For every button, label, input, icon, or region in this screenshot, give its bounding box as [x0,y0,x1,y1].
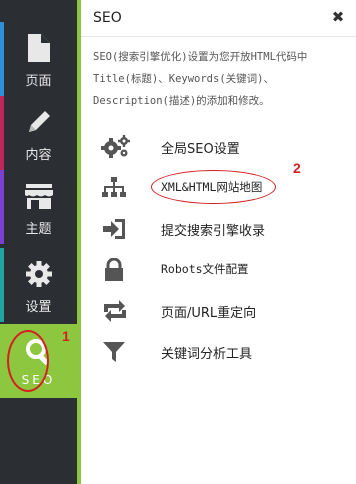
store-icon [0,182,77,212]
menu-label: 提交搜索引擎收录 [161,224,266,239]
menu-item-submit[interactable]: 提交搜索引擎收录 [95,212,345,246]
redirect-icon [101,299,127,323]
nav-item-theme[interactable]: 主题 [0,170,77,244]
menu-label: 全局SEO设置 [161,142,240,157]
menu-item-global-seo[interactable]: 全局SEO设置 [95,130,345,164]
nav-item-page[interactable]: 页面 [0,22,77,96]
menu-item-keyword-tool[interactable]: 关键词分析工具 [95,335,345,369]
nav-label: 主题 [25,222,52,237]
filter-icon [101,340,127,364]
panel-description: SEO(搜索引擎优化)设置为您开放HTML代码中Title(标题)、Keywor… [93,51,308,107]
nav-item-settings[interactable]: 设置 [0,248,77,322]
menu-item-redirect[interactable]: 页面/URL重定向 [95,294,345,328]
menu-label: 关键词分析工具 [161,347,253,362]
annotation-number-2: 2 [293,160,301,176]
panel-header: SEO ✖ [81,0,356,37]
menu-label: Robots文件配置 [161,262,249,276]
gear-icon [0,260,77,290]
annotation-number-1: 1 [62,328,70,344]
seo-panel: SEO ✖ SEO(搜索引擎优化)设置为您开放HTML代码中Title(标题)、… [77,0,356,484]
nav-label: 页面 [25,74,52,89]
page-icon [0,34,77,64]
panel-title: SEO [93,10,122,26]
nav-label: 设置 [25,300,52,315]
close-icon: ✖ [331,8,345,26]
nav-label: 内容 [25,148,52,163]
submit-icon [101,217,127,241]
menu-item-robots[interactable]: Robots文件配置 [95,253,345,287]
gears-icon [101,135,130,159]
annotation-ring-1 [7,330,49,392]
lock-icon [101,257,127,282]
pencil-icon [0,108,77,138]
nav-item-content[interactable]: 内容 [0,96,77,170]
close-button[interactable]: ✖ [330,9,346,25]
left-sidebar: 页面 内容 主题 设置 SEO 1 [0,0,77,484]
menu-label: 页面/URL重定向 [161,306,257,321]
annotation-ring-2 [151,170,276,204]
sitemap-icon [101,176,127,200]
